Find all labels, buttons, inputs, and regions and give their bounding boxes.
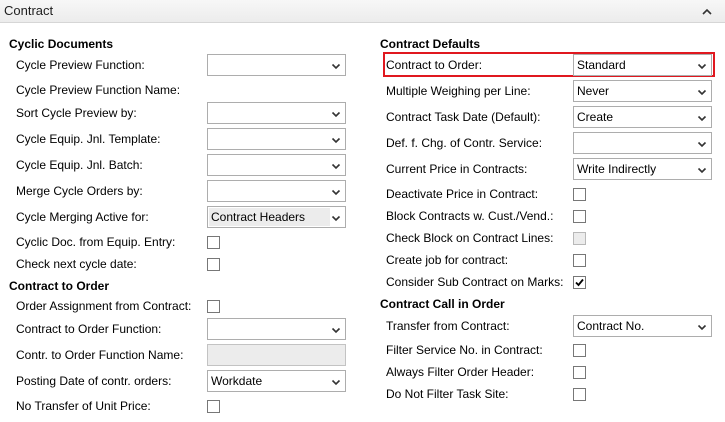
no-transfer-of-unit-price-checkbox[interactable] <box>207 400 220 413</box>
check-block-on-contract-lines-label: Check Block on Contract Lines: <box>386 231 554 245</box>
contract-task-date-default-dropdown[interactable]: Create <box>573 106 712 128</box>
filter-service-no-in-contract-label: Filter Service No. in Contract: <box>386 343 543 357</box>
consider-sub-contract-on-marks-label: Consider Sub Contract on Marks: <box>386 275 564 289</box>
merge-cycle-orders-by-label: Merge Cycle Orders by: <box>16 184 143 198</box>
cyclic-doc-from-equip-entry-checkbox[interactable] <box>207 236 220 249</box>
order-assignment-from-contract-label: Order Assignment from Contract: <box>16 299 192 313</box>
checkmark-icon <box>575 278 584 287</box>
chevron-down-icon <box>697 86 707 96</box>
chevron-down-icon <box>331 134 341 144</box>
cycle-equip-jnl-batch-label: Cycle Equip. Jnl. Batch: <box>16 158 143 172</box>
transfer-from-contract-label: Transfer from Contract: <box>386 319 510 333</box>
section-title-contract-defaults: Contract Defaults <box>380 37 481 51</box>
section-title-contract-to-order: Contract to Order <box>9 279 110 293</box>
contract-to-order-function-dropdown[interactable] <box>207 318 346 340</box>
chevron-down-icon <box>697 60 707 70</box>
sort-cycle-preview-by-label: Sort Cycle Preview by: <box>16 106 137 120</box>
deactivate-price-in-contract-label: Deactivate Price in Contract: <box>386 187 539 201</box>
multiple-weighing-per-line-dropdown[interactable]: Never <box>573 80 712 102</box>
contract-to-order-label: Contract to Order: <box>386 58 483 72</box>
contr-to-order-function-name-field <box>207 344 346 366</box>
chevron-down-icon <box>331 212 341 222</box>
cyclic-doc-from-equip-entry-label: Cyclic Doc. from Equip. Entry: <box>16 235 176 249</box>
chevron-down-icon <box>697 321 707 331</box>
cycle-equip-jnl-batch-dropdown[interactable] <box>207 154 346 176</box>
chevron-down-icon <box>331 186 341 196</box>
multiple-weighing-per-line-value: Never <box>577 84 610 98</box>
check-block-on-contract-lines-checkbox <box>573 232 586 245</box>
consider-sub-contract-on-marks-checkbox[interactable] <box>573 276 586 289</box>
posting-date-of-contr-orders-dropdown[interactable]: Workdate <box>207 370 346 392</box>
cycle-preview-function-label: Cycle Preview Function: <box>16 58 145 72</box>
current-price-in-contracts-value: Write Indirectly <box>577 162 657 176</box>
cycle-merging-active-for-value: Contract Headers <box>211 210 306 224</box>
contract-task-date-default-value: Create <box>577 110 614 124</box>
section-title-contract-call-in-order: Contract Call in Order <box>380 297 505 311</box>
chevron-down-icon <box>331 376 341 386</box>
chevron-down-icon <box>331 60 341 70</box>
fasttab-header[interactable]: Contract <box>0 0 725 23</box>
contract-to-order-value: Standard <box>577 58 626 72</box>
create-job-for-contract-checkbox[interactable] <box>573 254 586 267</box>
posting-date-of-contr-orders-value: Workdate <box>211 374 263 388</box>
cycle-equip-jnl-template-dropdown[interactable] <box>207 128 346 150</box>
merge-cycle-orders-by-dropdown[interactable] <box>207 180 346 202</box>
fasttab-title: Contract <box>4 3 54 18</box>
def-f-chg-of-contr-service-dropdown[interactable] <box>573 132 712 154</box>
order-assignment-from-contract-checkbox[interactable] <box>207 300 220 313</box>
posting-date-of-contr-orders-label: Posting Date of contr. orders: <box>16 374 172 388</box>
chevron-up-icon[interactable] <box>700 4 714 18</box>
filter-service-no-in-contract-checkbox[interactable] <box>573 344 586 357</box>
cycle-preview-function-dropdown[interactable] <box>207 54 346 76</box>
do-not-filter-task-site-label: Do Not Filter Task Site: <box>386 387 509 401</box>
create-job-for-contract-label: Create job for contract: <box>386 253 509 267</box>
cycle-merging-active-for-label: Cycle Merging Active for: <box>16 210 149 224</box>
chevron-down-icon <box>697 138 707 148</box>
cycle-equip-jnl-template-label: Cycle Equip. Jnl. Template: <box>16 132 161 146</box>
def-f-chg-of-contr-service-label: Def. f. Chg. of Contr. Service: <box>386 136 543 150</box>
section-title-cyclic-documents: Cyclic Documents <box>9 37 114 51</box>
multiple-weighing-per-line-label: Multiple Weighing per Line: <box>386 84 531 98</box>
contract-to-order-dropdown[interactable]: Standard <box>573 54 712 76</box>
do-not-filter-task-site-checkbox[interactable] <box>573 388 586 401</box>
always-filter-order-header-checkbox[interactable] <box>573 366 586 379</box>
transfer-from-contract-dropdown[interactable]: Contract No. <box>573 315 712 337</box>
check-next-cycle-date-label: Check next cycle date: <box>16 257 137 271</box>
cycle-preview-function-name-label: Cycle Preview Function Name: <box>16 83 181 97</box>
contr-to-order-function-name-label: Contr. to Order Function Name: <box>16 348 184 362</box>
chevron-down-icon <box>331 160 341 170</box>
no-transfer-of-unit-price-label: No Transfer of Unit Price: <box>16 399 151 413</box>
current-price-in-contracts-dropdown[interactable]: Write Indirectly <box>573 158 712 180</box>
block-contracts-w-cust-vend-checkbox[interactable] <box>573 210 586 223</box>
deactivate-price-in-contract-checkbox[interactable] <box>573 188 586 201</box>
chevron-down-icon <box>331 324 341 334</box>
cycle-merging-active-for-dropdown[interactable]: Contract Headers <box>207 206 346 228</box>
contract-task-date-default-label: Contract Task Date (Default): <box>386 110 541 124</box>
block-contracts-w-cust-vend-label: Block Contracts w. Cust./Vend.: <box>386 209 554 223</box>
chevron-down-icon <box>331 108 341 118</box>
chevron-down-icon <box>697 164 707 174</box>
check-next-cycle-date-checkbox[interactable] <box>207 258 220 271</box>
always-filter-order-header-label: Always Filter Order Header: <box>386 365 535 379</box>
chevron-down-icon <box>697 112 707 122</box>
contract-to-order-function-label: Contract to Order Function: <box>16 322 162 336</box>
current-price-in-contracts-label: Current Price in Contracts: <box>386 162 528 176</box>
sort-cycle-preview-by-dropdown[interactable] <box>207 102 346 124</box>
transfer-from-contract-value: Contract No. <box>577 319 645 333</box>
